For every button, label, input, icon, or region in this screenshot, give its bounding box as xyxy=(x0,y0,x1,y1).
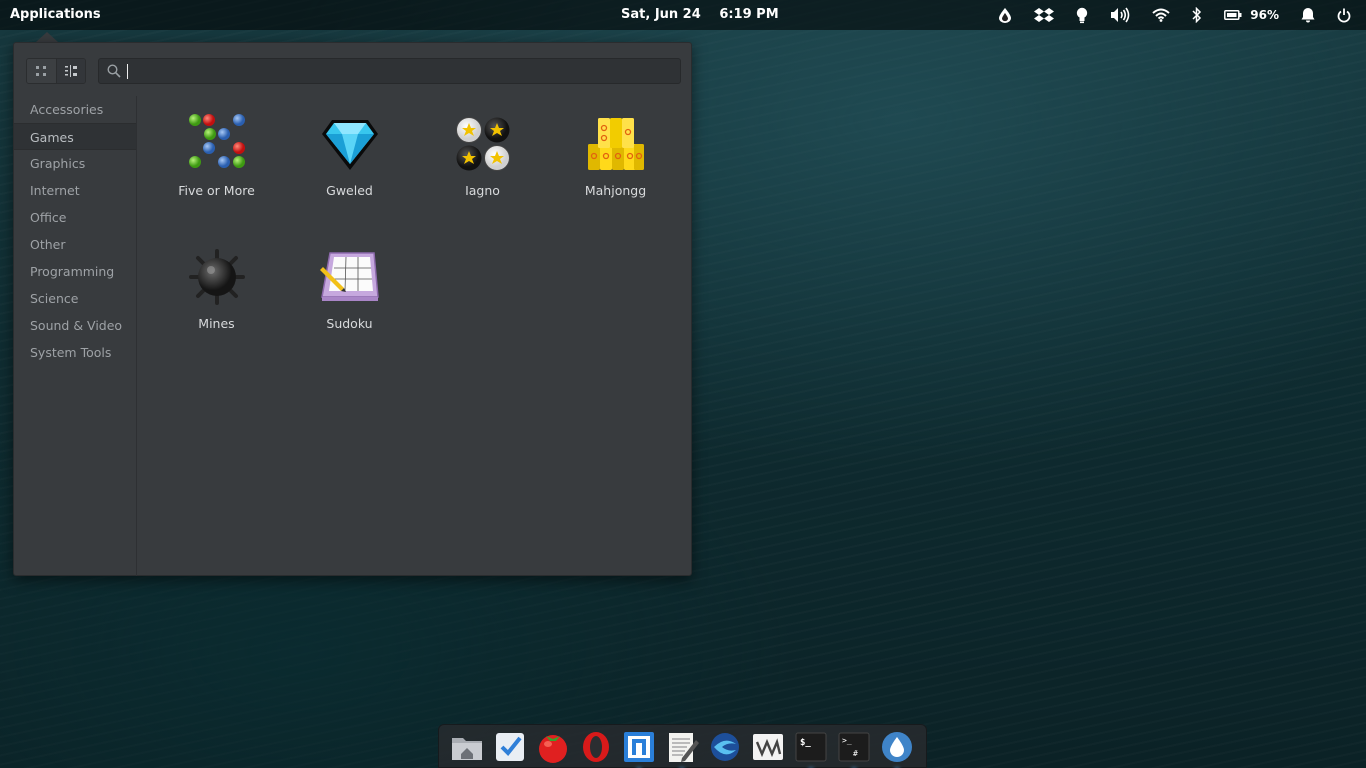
category-accessories[interactable]: Accessories xyxy=(14,96,136,123)
web-browser-icon xyxy=(711,733,739,761)
category-system-tools[interactable]: System Tools xyxy=(14,339,136,366)
volume-icon[interactable] xyxy=(1110,0,1130,30)
power-icon[interactable] xyxy=(1337,0,1351,30)
app-label: Iagno xyxy=(465,183,500,198)
sudoku-icon xyxy=(320,252,379,301)
clock-date: Sat, Jun 24 xyxy=(621,7,701,22)
dock-item-code-editor[interactable] xyxy=(622,730,656,764)
app-label: Mines xyxy=(198,316,235,331)
category-games[interactable]: Games xyxy=(14,123,136,150)
code-editor-icon xyxy=(624,732,654,762)
category-view-icon xyxy=(64,65,77,77)
root-terminal-icon: >_ # xyxy=(838,732,870,762)
category-view-button[interactable] xyxy=(55,59,85,83)
dock: $_ >_ # xyxy=(438,724,927,768)
category-graphics[interactable]: Graphics xyxy=(14,150,136,177)
dock-item-tomato[interactable] xyxy=(536,730,570,764)
app-sudoku[interactable]: Sudoku xyxy=(283,242,416,362)
view-mode-switcher xyxy=(26,58,86,84)
tomato-timer-icon xyxy=(539,735,567,763)
app-label: Gweled xyxy=(326,183,373,198)
tasks-icon xyxy=(496,733,524,761)
app-mines[interactable]: Mines xyxy=(150,242,283,362)
clock-time: 6:19 PM xyxy=(719,7,779,22)
dock-item-text-editor[interactable] xyxy=(665,730,699,764)
app-label: Mahjongg xyxy=(584,183,647,198)
applications-menu-button[interactable]: Applications xyxy=(10,7,101,22)
dock-item-files[interactable] xyxy=(450,730,484,764)
battery-indicator[interactable]: 96% xyxy=(1224,0,1279,30)
droplet-icon[interactable] xyxy=(998,0,1012,30)
search-field[interactable] xyxy=(98,58,681,84)
droplet-app-icon xyxy=(882,732,912,762)
svg-text:$_: $_ xyxy=(800,738,811,748)
applications-menu: Accessories Games Graphics Internet Offi… xyxy=(13,42,692,576)
search-input[interactable] xyxy=(127,62,667,80)
menu-pointer xyxy=(36,32,58,42)
top-panel: Applications Sat, Jun 24 6:19 PM 96% xyxy=(0,0,1366,30)
app-label: Sudoku xyxy=(326,316,373,331)
dropbox-icon[interactable] xyxy=(1034,0,1055,30)
dock-item-web-browser[interactable] xyxy=(708,730,742,764)
notification-bell-icon[interactable] xyxy=(1301,0,1315,30)
grid-view-icon xyxy=(36,66,47,76)
lightbulb-icon[interactable] xyxy=(1076,0,1088,30)
indicator-area: 96% xyxy=(987,0,1366,30)
battery-percent: 96% xyxy=(1250,8,1279,22)
text-caret xyxy=(127,64,128,79)
mahjongg-icon xyxy=(588,118,644,170)
search-icon xyxy=(107,64,121,78)
terminal-icon: $_ xyxy=(795,732,827,762)
dock-item-terminal[interactable]: $_ xyxy=(794,730,828,764)
vm-icon xyxy=(753,734,783,760)
gweled-gem-icon xyxy=(322,120,378,170)
files-icon xyxy=(452,738,482,760)
dock-item-droplet[interactable] xyxy=(880,730,914,764)
opera-icon xyxy=(583,732,609,762)
category-programming[interactable]: Programming xyxy=(14,258,136,285)
category-other[interactable]: Other xyxy=(14,231,136,258)
five-or-more-icon xyxy=(189,114,245,168)
iagno-icon xyxy=(456,117,510,171)
svg-text:#: # xyxy=(853,749,858,758)
grid-view-button[interactable] xyxy=(27,59,56,83)
mines-icon xyxy=(189,249,245,305)
svg-text:>_: >_ xyxy=(842,736,852,745)
app-iagno[interactable]: Iagno xyxy=(416,109,549,229)
category-office[interactable]: Office xyxy=(14,204,136,231)
battery-icon xyxy=(1224,10,1242,20)
dock-item-opera[interactable] xyxy=(579,730,613,764)
app-five-or-more[interactable]: Five or More xyxy=(150,109,283,229)
category-sidebar: Accessories Games Graphics Internet Offi… xyxy=(14,96,137,576)
category-sound-video[interactable]: Sound & Video xyxy=(14,312,136,339)
bluetooth-icon[interactable] xyxy=(1192,0,1202,30)
category-internet[interactable]: Internet xyxy=(14,177,136,204)
app-mahjongg[interactable]: Mahjongg xyxy=(549,109,682,229)
text-editor-icon xyxy=(669,733,699,762)
dock-item-tasks[interactable] xyxy=(493,730,527,764)
dock-item-vm[interactable] xyxy=(751,730,785,764)
clock[interactable]: Sat, Jun 24 6:19 PM xyxy=(621,7,793,22)
category-science[interactable]: Science xyxy=(14,285,136,312)
app-label: Five or More xyxy=(178,183,255,198)
app-gweled[interactable]: Gweled xyxy=(283,109,416,229)
wifi-icon[interactable] xyxy=(1152,0,1170,30)
dock-item-root-terminal[interactable]: >_ # xyxy=(837,730,871,764)
